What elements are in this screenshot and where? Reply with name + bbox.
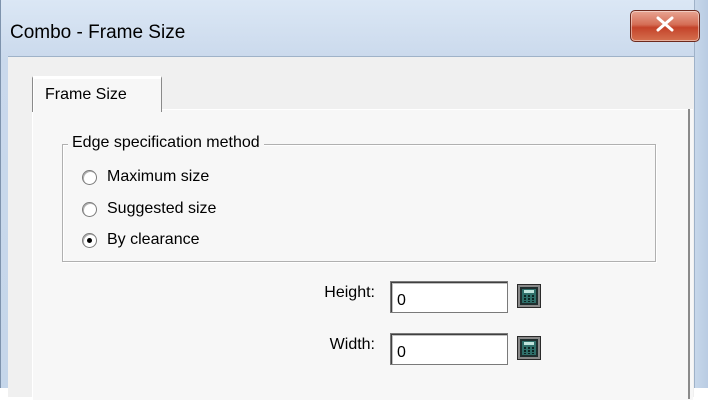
tab-panel-right-edge <box>688 109 690 399</box>
height-calculator-button[interactable] <box>518 285 540 307</box>
radio-button[interactable] <box>82 169 97 185</box>
tab-label: Frame Size <box>45 86 127 103</box>
groupbox-legend: Edge specification method <box>68 134 264 152</box>
width-calculator-button[interactable] <box>518 337 540 359</box>
width-input[interactable]: 0 <box>390 333 508 365</box>
height-input[interactable]: 0 <box>390 281 508 313</box>
radio-suggested-size[interactable]: Suggested size <box>82 198 216 220</box>
radio-button[interactable] <box>82 201 97 217</box>
close-icon <box>655 16 675 37</box>
radio-label: By clearance <box>107 231 200 248</box>
width-label: Width: <box>329 336 375 353</box>
radio-label: Maximum size <box>107 168 210 185</box>
radio-by-clearance[interactable]: By clearance <box>82 229 200 251</box>
radio-button-checked[interactable] <box>82 232 97 248</box>
window-title: Combo - Frame Size <box>10 22 186 43</box>
window-frame-edge <box>694 0 708 388</box>
tab-frame-size[interactable]: Frame Size <box>32 76 162 112</box>
radio-maximum-size[interactable]: Maximum size <box>82 166 209 188</box>
tab-panel-top-edge <box>160 109 690 110</box>
close-button[interactable] <box>630 10 700 42</box>
height-label: Height: <box>324 284 375 301</box>
radio-label: Suggested size <box>107 200 217 217</box>
